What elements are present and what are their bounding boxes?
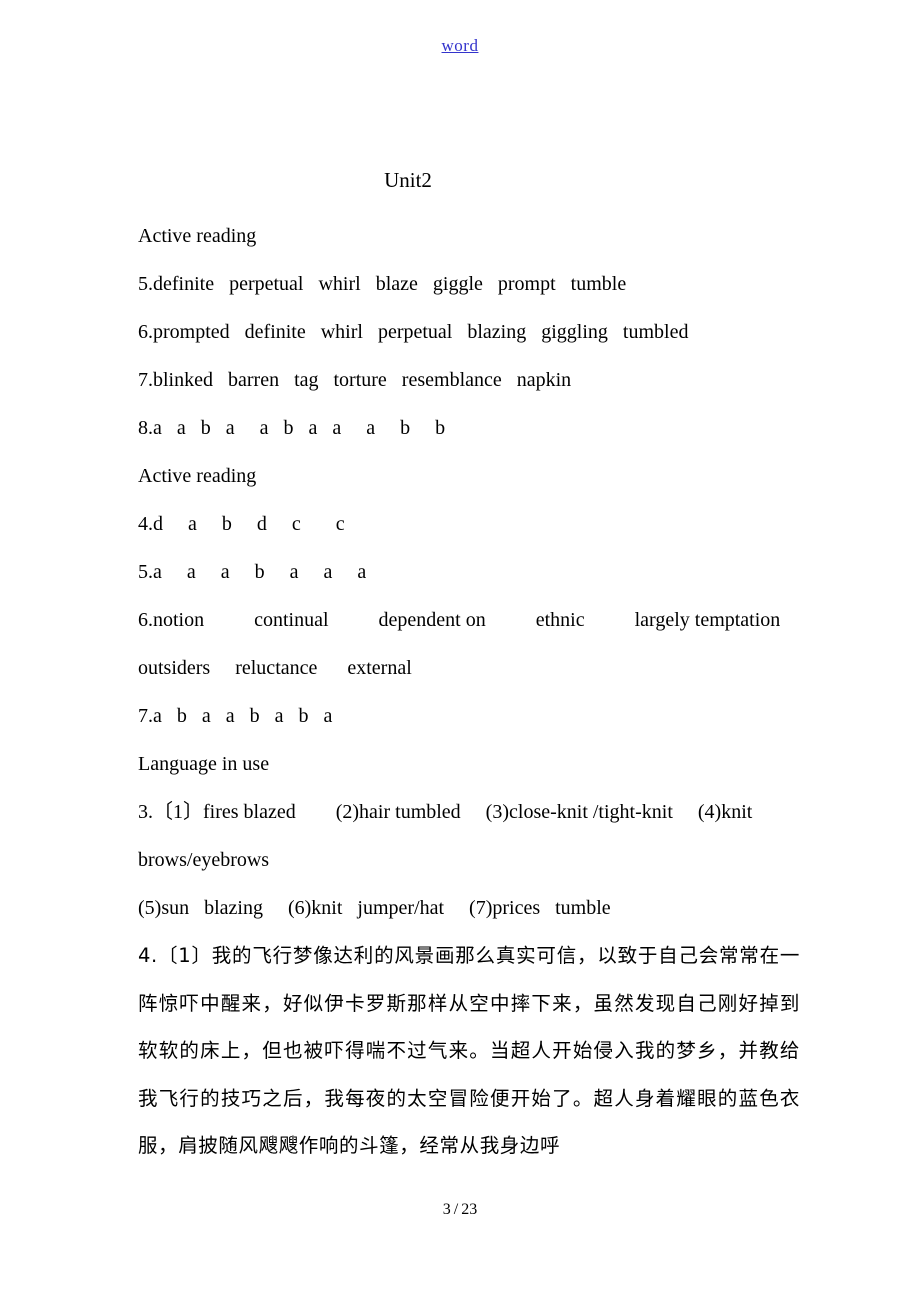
translation-paragraph-liu-item4: 4.〔1〕我的飞行梦像达利的风景画那么真实可信，以致于自己会常常在一阵惊吓中醒来…	[138, 944, 800, 1157]
answer-line-ar1-item5: 5.definite perpetual whirl blaze giggle …	[138, 273, 627, 295]
answer-line-liu-item3b: (5)sun blazing (6)knit jumper/hat (7)pri…	[138, 897, 611, 919]
answer-line-liu-item3: 3.〔1〕fires blazed (2)hair tumbled (3)clo…	[138, 801, 758, 871]
answer-line-ar1-item8: 8.a a b a a b a a a b b	[138, 417, 446, 439]
answer-line-ar2-item6: 6.notion continual dependent on ethnic l…	[138, 609, 811, 679]
footer-separator: /	[453, 1201, 459, 1218]
answer-line-ar2-item5: 5.a a a b a a a	[138, 561, 367, 583]
page-title: Unit2	[384, 168, 432, 192]
footer-total-pages: 23	[461, 1201, 478, 1218]
page-header: word	[0, 36, 920, 56]
footer-current-page: 3	[442, 1201, 451, 1218]
answer-line-ar2-item4: 4.d a b d c c	[138, 513, 345, 535]
answer-line-ar2-item7: 7.a b a a b a b a	[138, 705, 333, 727]
document-body: Unit2 Active reading 5.definite perpetua…	[138, 166, 838, 1170]
header-word-link[interactable]: word	[442, 36, 479, 55]
answer-line-ar1-item6: 6.prompted definite whirl perpetual blaz…	[138, 321, 689, 343]
section-heading-language-in-use: Language in use	[138, 753, 270, 775]
document-page: word Unit2 Active reading 5.definite per…	[0, 0, 920, 1302]
answer-line-ar1-item7: 7.blinked barren tag torture resemblance…	[138, 369, 572, 391]
section-heading-active-reading-1: Active reading	[138, 225, 257, 247]
section-heading-active-reading-2: Active reading	[138, 465, 257, 487]
page-footer: 3/23	[0, 1200, 920, 1220]
